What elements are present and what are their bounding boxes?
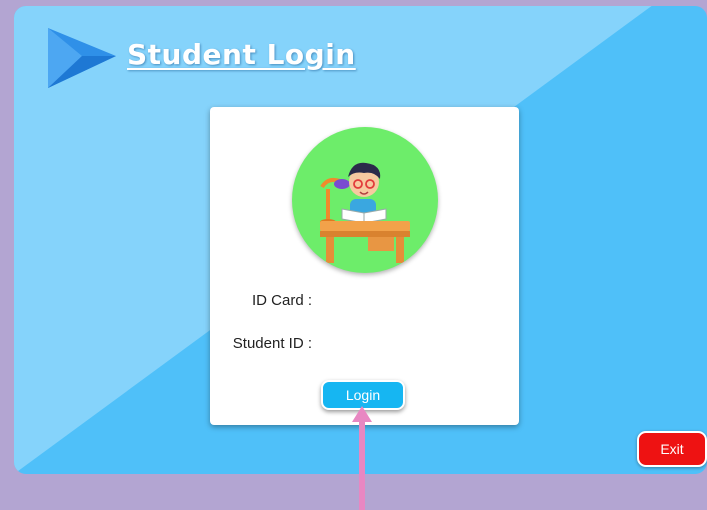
page-title: Student Login: [127, 38, 356, 71]
play-triangle-icon: [48, 28, 116, 88]
pointer-arrow-icon: [352, 406, 372, 510]
login-card: ID Card : Student ID : Login: [210, 107, 519, 425]
exit-button[interactable]: Exit: [637, 431, 707, 467]
student-avatar: [292, 127, 438, 273]
student-reading-icon: [320, 162, 410, 263]
student-id-label: Student ID :: [232, 335, 312, 352]
id-card-input[interactable]: [320, 290, 504, 314]
id-card-label: ID Card :: [251, 292, 312, 309]
student-id-input[interactable]: [320, 333, 504, 357]
